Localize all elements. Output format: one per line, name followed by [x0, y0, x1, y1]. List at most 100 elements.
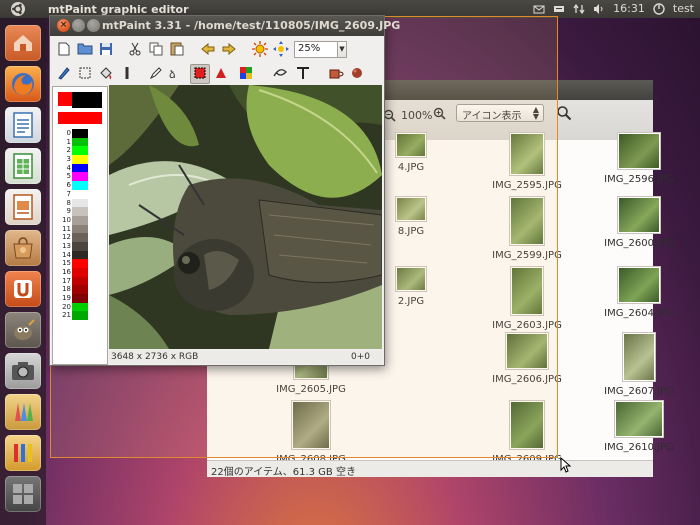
palette-index: 12: [62, 233, 71, 242]
text-tool-button[interactable]: [293, 64, 313, 84]
palette-swatch[interactable]: [72, 259, 88, 268]
screenshot-launcher[interactable]: [5, 353, 41, 389]
arrow-right-icon: [222, 42, 236, 58]
image-canvas[interactable]: [109, 85, 382, 349]
mtpaint-launcher[interactable]: [5, 394, 41, 430]
palette-swatch[interactable]: [72, 276, 88, 286]
palette-editor-button[interactable]: [347, 64, 367, 84]
lasso-tool-button[interactable]: [211, 64, 231, 84]
palette-swatch[interactable]: [72, 250, 88, 260]
file-thumbnail: [617, 132, 661, 170]
image-info-button[interactable]: [326, 64, 346, 84]
calc-launcher[interactable]: [5, 148, 41, 184]
palette-swatch[interactable]: [72, 311, 88, 321]
new-file-button[interactable]: [54, 40, 74, 60]
clone-tool-button[interactable]: ձ: [167, 64, 187, 84]
image-status-bar: 3648 x 2736 x RGB 0+0: [109, 350, 382, 364]
select-rectangle-button[interactable]: [190, 64, 210, 84]
palette-index: 6: [66, 181, 71, 190]
palette-index: 18: [62, 285, 71, 294]
palette-swatch[interactable]: [72, 215, 88, 225]
palette-index: 14: [62, 250, 71, 259]
file-item[interactable]: IMG_2610.JPG: [591, 400, 687, 453]
color-preview[interactable]: [56, 90, 104, 126]
ubuntu-logo-icon[interactable]: [10, 1, 26, 17]
volume-icon[interactable]: [593, 3, 605, 15]
palette-swatch[interactable]: [72, 137, 88, 147]
palette-swatch[interactable]: [72, 207, 88, 216]
palette-index: 17: [62, 276, 71, 285]
mtpaint-window: × mtPaint 3.31 - /home/test/110805/IMG_2…: [50, 16, 400, 365]
gimp-launcher[interactable]: [5, 312, 41, 348]
smudge-tool-button[interactable]: [146, 64, 166, 84]
palette-swatch[interactable]: [72, 268, 88, 277]
pencils-launcher[interactable]: [5, 435, 41, 471]
copy-button[interactable]: [146, 40, 166, 60]
mail-icon[interactable]: [533, 3, 545, 15]
search-icon[interactable]: [556, 105, 572, 124]
palette-swatch[interactable]: [72, 181, 88, 190]
file-item[interactable]: IMG_2604.JPG: [591, 266, 687, 319]
paste-button[interactable]: [167, 40, 187, 60]
pan-button[interactable]: [271, 40, 291, 60]
firefox-launcher[interactable]: [5, 66, 41, 102]
undo-button[interactable]: [198, 40, 218, 60]
mtpaint-titlebar[interactable]: × mtPaint 3.31 - /home/test/110805/IMG_2…: [50, 16, 400, 36]
palette-swatch[interactable]: [72, 233, 88, 242]
maximize-button[interactable]: [87, 19, 100, 32]
home-folder-launcher[interactable]: [5, 25, 41, 61]
redo-button[interactable]: [219, 40, 239, 60]
text-color-button[interactable]: [236, 64, 256, 84]
save-file-button[interactable]: [96, 40, 116, 60]
file-item[interactable]: IMG_2596.JPG: [591, 132, 687, 185]
pencil-icon: [149, 66, 163, 83]
app-menu-title[interactable]: mtPaint graphic editor: [48, 3, 189, 16]
user-icon[interactable]: [653, 2, 665, 15]
shuffle-tool-button[interactable]: [75, 64, 95, 84]
palette-swatch[interactable]: [72, 172, 88, 182]
palette-swatch-column[interactable]: [72, 129, 88, 321]
palette-swatch[interactable]: [72, 302, 88, 312]
keyboard-icon[interactable]: [553, 3, 565, 15]
chevron-down-icon[interactable]: ▼: [337, 41, 347, 58]
cut-button[interactable]: [125, 40, 145, 60]
palette-swatch[interactable]: [72, 146, 88, 156]
brightness-button[interactable]: [250, 40, 270, 60]
paint-tool-button[interactable]: [54, 64, 74, 84]
minimize-button[interactable]: [72, 19, 85, 32]
main-toolbar: 25% ▼: [50, 38, 384, 62]
impress-launcher[interactable]: [5, 189, 41, 225]
network-icon[interactable]: [573, 3, 585, 15]
palette-swatch[interactable]: [72, 189, 88, 199]
palette-swatch[interactable]: [72, 285, 88, 295]
file-item[interactable]: IMG_2607.JPG: [591, 332, 687, 397]
sun-icon: [252, 40, 268, 60]
open-file-button[interactable]: [75, 40, 95, 60]
palette-swatch[interactable]: [72, 198, 88, 208]
firefox-icon: [5, 66, 41, 102]
cursor-coordinates: 0+0: [351, 352, 370, 362]
palette-swatch[interactable]: [72, 224, 88, 234]
file-item[interactable]: IMG_2600.JPG: [591, 196, 687, 249]
palette-swatch[interactable]: [72, 163, 88, 173]
palette-index: 20: [62, 302, 71, 311]
palette-swatch[interactable]: [72, 294, 88, 303]
flood-fill-button[interactable]: [96, 64, 116, 84]
writer-launcher[interactable]: [5, 107, 41, 143]
workspace-switcher-launcher[interactable]: [5, 476, 41, 512]
palette-index-column: 0 1 2 3 4 5 6 7 8 9 10 11 12 13 14 15 16 17 18 19 20 21: [55, 129, 71, 320]
palette-swatch[interactable]: [72, 241, 88, 251]
file-name: IMG_2600.JPG: [604, 238, 674, 249]
curve-tool-button[interactable]: [270, 64, 290, 84]
close-button[interactable]: ×: [57, 19, 70, 32]
palette-swatch[interactable]: [72, 129, 88, 138]
impress-icon: [5, 189, 41, 225]
ubuntu-one-launcher[interactable]: [5, 271, 41, 307]
software-center-launcher[interactable]: [5, 230, 41, 266]
user-name[interactable]: test: [673, 2, 694, 15]
screenshot-icon: [5, 353, 41, 389]
line-tool-button[interactable]: [117, 64, 137, 84]
palette-swatch[interactable]: [72, 155, 88, 164]
clock[interactable]: 16:31: [613, 2, 645, 15]
paste-icon: [170, 41, 184, 59]
